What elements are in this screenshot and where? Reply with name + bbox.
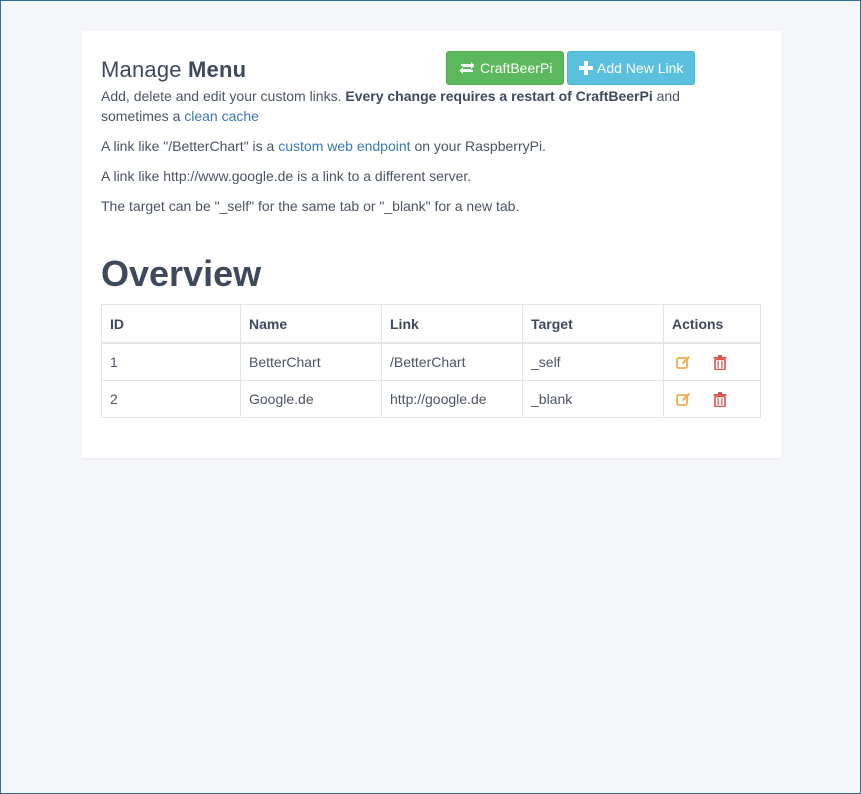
trash-icon[interactable] xyxy=(713,354,727,370)
column-header-id: ID xyxy=(101,304,241,344)
title-bold: Menu xyxy=(188,57,247,82)
description-line-1: Add, delete and edit your custom links. … xyxy=(101,86,741,126)
overview-heading: Overview xyxy=(101,253,262,294)
page-title: Manage Menu xyxy=(101,57,246,83)
description-line-4: The target can be "_self" for the same t… xyxy=(101,198,520,214)
description-line-3: A link like http://www.google.de is a li… xyxy=(101,168,472,184)
cell-target: _self xyxy=(522,342,664,381)
column-header-name: Name xyxy=(240,304,382,344)
craftbeerpi-button-label: CraftBeerPi xyxy=(480,60,553,76)
custom-web-endpoint-link[interactable]: custom web endpoint xyxy=(278,138,410,154)
cell-target: _blank xyxy=(522,380,664,418)
cell-link: /BetterChart xyxy=(381,342,523,381)
table-row: 2 Google.de http://google.de _blank xyxy=(101,380,761,418)
cell-actions xyxy=(663,380,761,418)
cell-id: 1 xyxy=(101,342,241,381)
description-text: Add, delete and edit your custom links. xyxy=(101,88,342,104)
restart-warning: Every change requires a restart of Craft… xyxy=(345,88,653,104)
table-header-row: ID Name Link Target Actions xyxy=(101,304,761,344)
column-header-actions: Actions xyxy=(663,304,761,344)
add-new-link-label: Add New Link xyxy=(597,60,684,76)
endpoint-text-pre: A link like "/BetterChart" is a xyxy=(101,138,275,154)
column-header-target: Target xyxy=(522,304,664,344)
edit-icon[interactable] xyxy=(676,355,691,370)
cell-id: 2 xyxy=(101,380,241,418)
cell-link: http://google.de xyxy=(381,380,523,418)
row-actions xyxy=(672,391,752,407)
craftbeerpi-button[interactable]: CraftBeerPi xyxy=(446,51,565,85)
cell-name: BetterChart xyxy=(240,342,382,381)
refresh-icon xyxy=(458,61,476,75)
column-header-link: Link xyxy=(381,304,523,344)
clean-cache-link[interactable]: clean cache xyxy=(184,108,259,124)
add-new-link-button[interactable]: Add New Link xyxy=(567,51,696,85)
cell-name: Google.de xyxy=(240,380,382,418)
cell-actions xyxy=(663,342,761,381)
links-table: ID Name Link Target Actions 1 BetterChar… xyxy=(101,304,761,418)
plus-icon xyxy=(579,61,593,75)
description: Add, delete and edit your custom links. … xyxy=(101,86,741,226)
description-line-2: A link like "/BetterChart" is a custom w… xyxy=(101,136,741,156)
header-row: Manage Menu CraftBeerPi Add New Link xyxy=(101,51,761,91)
title-prefix: Manage xyxy=(101,57,182,82)
edit-icon[interactable] xyxy=(676,392,691,407)
endpoint-text-post: on your RaspberryPi. xyxy=(414,138,546,154)
table-row: 1 BetterChart /BetterChart _self xyxy=(101,342,761,381)
trash-icon[interactable] xyxy=(713,391,727,407)
row-actions xyxy=(672,354,752,370)
manage-menu-panel: Manage Menu CraftBeerPi Add New Link Add… xyxy=(81,31,782,458)
